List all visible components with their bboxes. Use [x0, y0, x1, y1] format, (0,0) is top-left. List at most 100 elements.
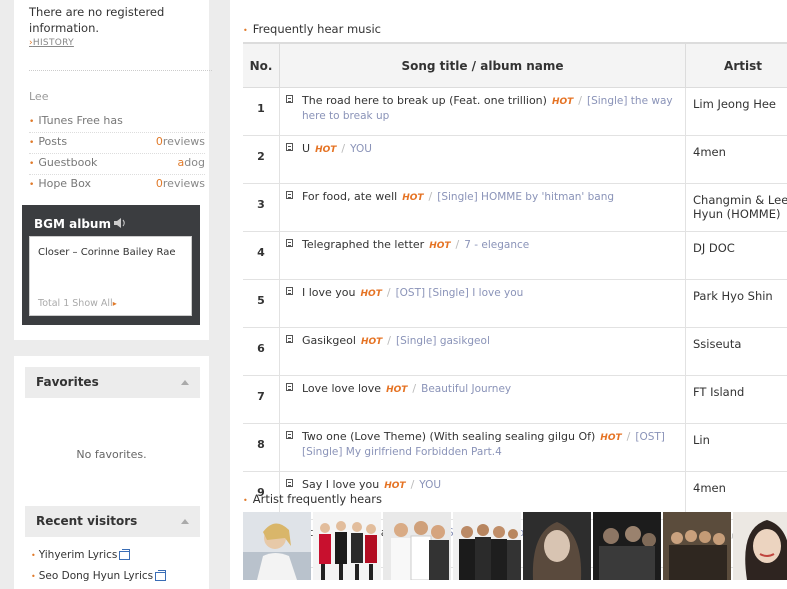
lyrics-icon[interactable] [286, 335, 293, 343]
song-cell: I love you HOT / [OST] [Single] I love you [279, 279, 686, 328]
table-row[interactable]: 3 For food, ate well HOT / [Single] HOMME by… [243, 183, 787, 232]
table-row[interactable]: 8 Two one (Love Theme) (With sealing seal… [243, 423, 787, 472]
song-title[interactable]: The road here to break up (Feat. one tri… [302, 94, 547, 107]
hot-badge: HOT [384, 481, 406, 491]
hot-badge: HOT [551, 97, 574, 107]
favorites-panel: Favorites No favorites. Recent visitors … [14, 356, 209, 589]
lyrics-icon[interactable] [286, 383, 293, 391]
album-name[interactable]: YOU [350, 143, 372, 155]
album-name[interactable]: [Single] HOMME by 'hitman' bang [437, 191, 614, 203]
album-name[interactable]: [Single] gasikgeol [396, 335, 490, 347]
collapse-icon[interactable] [181, 519, 189, 524]
artist-photo[interactable] [243, 512, 311, 580]
song-cell: The road here to break up (Feat. one tri… [279, 87, 686, 136]
artist-name[interactable]: Changmin & Lee Hyun (HOMME) [685, 183, 787, 232]
history-link[interactable]: ›HISTORY [29, 38, 74, 48]
album-name[interactable]: YOU [419, 479, 441, 491]
music-section-title: • Frequently hear music [243, 22, 381, 36]
artist-section-title: • Artist frequently hears [243, 492, 383, 506]
music-panel: • Frequently hear music No. Song title / … [230, 0, 787, 589]
row-number: 5 [243, 279, 280, 328]
artist-photo[interactable] [733, 512, 787, 580]
artist-photo[interactable] [383, 512, 451, 580]
song-title[interactable]: Love love love [302, 382, 381, 395]
collapse-icon[interactable] [181, 380, 189, 385]
stat-itunes[interactable]: • ITunes Free has [29, 111, 205, 133]
artist-name[interactable]: Park Hyo Shin [685, 279, 787, 328]
row-number: 7 [243, 375, 280, 424]
hot-badge: HOT [386, 385, 408, 395]
separator: / [387, 334, 392, 347]
song-cell: For food, ate well HOT / [Single] HOMME by … [279, 183, 686, 232]
hot-badge: HOT [360, 337, 383, 347]
artist-name[interactable]: Lim Jeong Hee [685, 87, 787, 136]
song-title[interactable]: Two one (Love Theme) (With sealing seali… [302, 430, 595, 443]
bgm-song[interactable]: Closer – Corinne Bailey Rae [38, 247, 176, 258]
table-row[interactable]: 1 The road here to break up (Feat. one tr… [243, 87, 787, 136]
separator: / [428, 190, 433, 203]
recent-visitors-header[interactable]: Recent visitors [25, 506, 200, 537]
album-name[interactable]: [OST] [Single] I love you [396, 287, 524, 299]
stat-hope-box[interactable]: • Hope Box 0reviews [29, 174, 205, 195]
bgm-show-all[interactable]: Total 1 Show All▸ [38, 298, 117, 309]
artist-name[interactable]: DJ DOC [685, 231, 787, 280]
song-title[interactable]: Say I love you [302, 478, 379, 491]
artist-photo[interactable] [313, 512, 381, 580]
visitor-item[interactable]: • Yihyerim Lyrics [31, 548, 131, 561]
song-title[interactable]: Telegraphed the letter [302, 238, 424, 251]
speaker-icon[interactable] [113, 217, 127, 229]
separator: / [412, 382, 417, 395]
table-row[interactable]: 7 Love love love HOT / Beautiful Journey FT I… [243, 375, 787, 424]
window-icon [119, 548, 131, 560]
visitor-item[interactable]: • Seo Dong Hyun Lyrics [31, 569, 167, 582]
album-name[interactable]: 7 - elegance [464, 239, 529, 251]
artist-name[interactable]: Ssiseuta [685, 327, 787, 376]
artist-name[interactable]: Lin [685, 423, 787, 472]
song-title[interactable]: U [302, 142, 310, 155]
window-icon [155, 569, 167, 581]
song-cell: Gasikgeol HOT / [Single] gasikgeol [279, 327, 686, 376]
table-row[interactable]: 6 Gasikgeol HOT / [Single] gasikgeol Ssiseuta [243, 327, 787, 376]
song-cell: Telegraphed the letter HOT / 7 - elegance [279, 231, 686, 280]
lyrics-icon[interactable] [286, 431, 293, 439]
table-row[interactable]: 4 Telegraphed the letter HOT / 7 - elegance D… [243, 231, 787, 280]
lyrics-icon[interactable] [286, 143, 293, 151]
artist-photos [243, 512, 787, 580]
table-header: No. Song title / album name Artist [243, 42, 787, 88]
table-row[interactable]: 2 U HOT / YOU 4men [243, 135, 787, 184]
separator: / [386, 286, 391, 299]
favorites-empty: No favorites. [76, 448, 147, 461]
favorites-header[interactable]: Favorites [25, 367, 200, 398]
song-title[interactable]: For food, ate well [302, 190, 397, 203]
album-name[interactable]: Beautiful Journey [421, 383, 511, 395]
user-name: Lee [29, 90, 49, 103]
separator: / [341, 142, 346, 155]
music-table: No. Song title / album name Artist 1 The … [243, 42, 787, 568]
lyrics-icon[interactable] [286, 191, 293, 199]
hot-badge: HOT [402, 193, 424, 203]
artist-photo[interactable] [523, 512, 591, 580]
lyrics-icon[interactable] [286, 239, 293, 247]
artist-photo[interactable] [453, 512, 521, 580]
table-row[interactable]: 5 I love you HOT / [OST] [Single] I love you… [243, 279, 787, 328]
lyrics-icon[interactable] [286, 287, 293, 295]
row-number: 6 [243, 327, 280, 376]
artist-photo[interactable] [593, 512, 661, 580]
artist-name[interactable]: FT Island [685, 375, 787, 424]
song-title[interactable]: I love you [302, 286, 356, 299]
stat-posts[interactable]: • Posts 0reviews [29, 132, 205, 154]
row-number: 3 [243, 183, 280, 232]
hot-badge: HOT [360, 289, 382, 299]
stat-guestbook[interactable]: • Guestbook adog [29, 153, 205, 175]
hot-badge: HOT [600, 433, 622, 443]
artist-name[interactable]: 4men [685, 135, 787, 184]
separator: / [578, 94, 582, 107]
row-number: 4 [243, 231, 280, 280]
lyrics-icon[interactable] [286, 95, 293, 103]
separator: / [626, 430, 631, 443]
col-song: Song title / album name [279, 42, 686, 88]
song-title[interactable]: Gasikgeol [302, 334, 356, 347]
separator: / [455, 238, 460, 251]
lyrics-icon[interactable] [286, 479, 293, 487]
artist-photo[interactable] [663, 512, 731, 580]
